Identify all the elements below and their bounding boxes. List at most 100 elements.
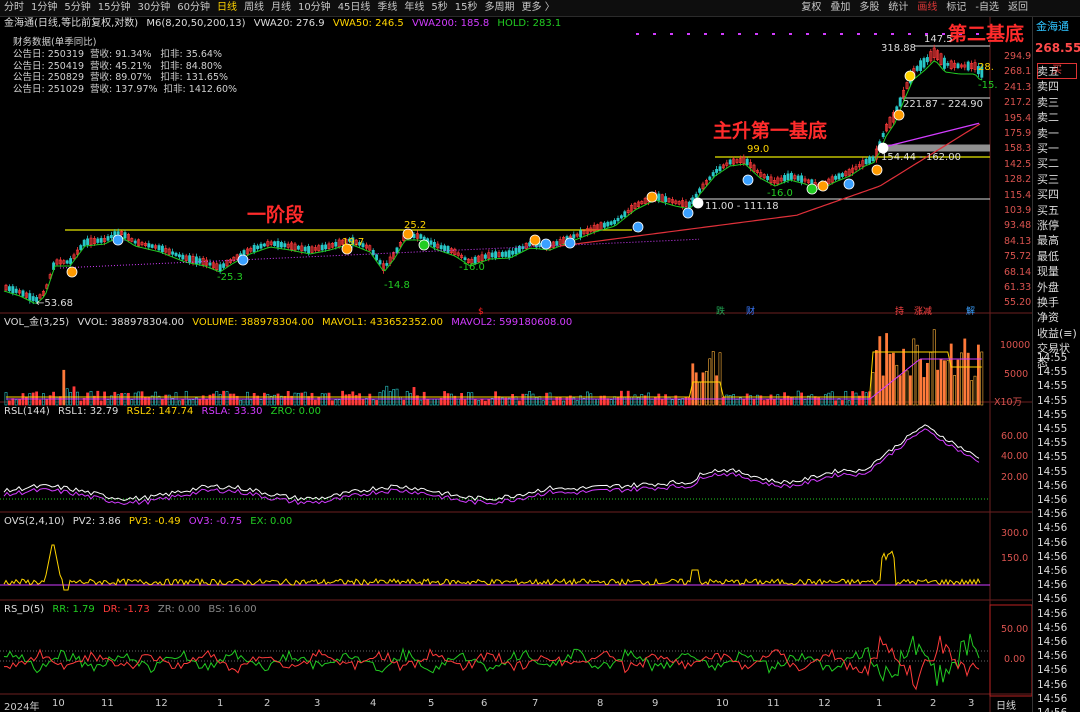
main-legend-vwa20: VWA20: 276.9 <box>253 18 325 29</box>
tool-2[interactable]: 多股 <box>859 0 879 16</box>
ovs-axis-label: 300.0 <box>1001 528 1029 539</box>
tool-3[interactable]: 统计 <box>888 0 908 16</box>
volume-bar <box>970 380 974 406</box>
candle <box>283 243 287 248</box>
tab-8[interactable]: 月线 <box>271 0 291 17</box>
tab-1[interactable]: 1分钟 <box>31 0 57 17</box>
price-axis-label: 195.4 <box>1004 112 1032 124</box>
tab-16[interactable]: 更多 〉 <box>522 0 555 17</box>
tick-time: 14:55 <box>1037 352 1068 364</box>
volume-bar <box>528 391 532 406</box>
volume-bar <box>45 399 49 406</box>
tab-15[interactable]: 多周期 <box>485 0 515 17</box>
price-label: 28. <box>978 62 994 73</box>
price-label: 318.88 <box>881 43 916 54</box>
signal-marker <box>893 109 905 121</box>
candle <box>99 238 103 243</box>
tool-1[interactable]: 叠加 <box>830 0 850 16</box>
tab-14[interactable]: 15秒 <box>455 0 478 17</box>
signal-marker <box>806 183 818 195</box>
volume-bar <box>483 400 487 406</box>
volume-bar <box>232 393 236 406</box>
candle <box>946 63 950 66</box>
dr-line <box>3 635 980 691</box>
volume-bar <box>473 398 477 406</box>
candle <box>96 238 100 243</box>
volume-bar <box>198 398 202 406</box>
quote-field: 卖三 <box>1037 95 1059 109</box>
tool-6[interactable]: -自选 <box>975 0 999 16</box>
volume-bar <box>929 352 933 406</box>
quote-field: 现量 <box>1037 265 1059 279</box>
tab-2[interactable]: 5分钟 <box>64 0 90 17</box>
period-label: 日线 <box>996 701 1016 712</box>
price-axis-label: 142.5 <box>1004 158 1032 170</box>
volume-bar <box>630 396 634 406</box>
signal-marker <box>632 221 644 233</box>
tab-5[interactable]: 60分钟 <box>177 0 210 17</box>
candle <box>160 245 164 253</box>
volume-bar <box>341 390 345 406</box>
signal-dash <box>687 33 690 35</box>
tab-6[interactable]: 日线 <box>217 0 237 17</box>
tool-0[interactable]: 复权 <box>801 0 821 16</box>
tab-4[interactable]: 30分钟 <box>137 0 170 17</box>
stock-name[interactable]: 金海通 <box>1036 18 1069 34</box>
price-axis-label: 93.48 <box>1004 220 1032 232</box>
volume-bar <box>463 399 467 406</box>
tab-13[interactable]: 5秒 <box>431 0 447 17</box>
candle <box>181 254 185 260</box>
quote-field: 买四 <box>1037 188 1059 202</box>
volume-bar <box>144 396 147 406</box>
candle <box>698 188 702 193</box>
tab-12[interactable]: 年线 <box>404 0 424 17</box>
volume-bar <box>633 394 637 406</box>
tool-4[interactable]: 画线 <box>917 0 937 16</box>
candle <box>262 243 266 247</box>
volume-bar <box>137 391 141 406</box>
candle <box>147 243 151 248</box>
tab-7[interactable]: 周线 <box>244 0 264 17</box>
price-label: 147.5 <box>924 34 953 45</box>
event-tag: 涨减 <box>914 305 932 317</box>
volume-bar <box>769 394 773 406</box>
volume-bar <box>721 396 725 406</box>
candle <box>378 260 382 265</box>
candle <box>616 217 620 222</box>
annotation-base2: 第二基底 <box>948 23 1025 45</box>
price-label: 11.00 - 111.18 <box>705 201 779 212</box>
tool-7[interactable]: 返回 <box>1008 0 1028 16</box>
tab-0[interactable]: 分时 <box>4 0 24 17</box>
main-legend-hold: HOLD: 283.1 <box>497 18 562 29</box>
finance-row: 公告日: 251029 营收: 137.97% 扣非: 1412.60% <box>13 84 238 96</box>
ovs-legend-name: OVS(2,4,10) <box>4 516 65 527</box>
volume-bar <box>361 398 365 406</box>
price-label: -25.3 <box>217 272 243 283</box>
volume-bar <box>905 370 909 406</box>
volume-bar <box>925 362 929 406</box>
main-legend-vwa200: VWA200: 185.8 <box>411 18 490 29</box>
volume-bar <box>796 390 800 406</box>
volume-bar <box>517 400 521 406</box>
tab-11[interactable]: 季线 <box>377 0 397 17</box>
price-axis-label: 268.1 <box>1004 66 1032 78</box>
toolbar: 分时 1分钟 5分钟 15分钟 30分钟 60分钟 日线 周线 月线 10分钟 45日线 季线 年线 5秒… <box>0 0 1080 17</box>
volume-bar <box>215 391 219 406</box>
candle <box>303 246 307 252</box>
volume-bar <box>946 360 950 406</box>
rsd-legend-dr: DR: -1.73 <box>102 604 150 615</box>
x-axis-label: 11 <box>767 698 780 709</box>
candle <box>834 175 838 180</box>
annotation-main-base1: 主升第一基底 <box>713 120 828 142</box>
x-axis-label: 1 <box>217 698 224 709</box>
tab-3[interactable]: 15分钟 <box>98 0 131 17</box>
volume-bar <box>953 375 957 406</box>
volume-legend: VOL_金(3,25) VVOL: 388978304.00 VOLUME: 3… <box>4 317 577 329</box>
tab-10[interactable]: 45日线 <box>338 0 371 17</box>
volume-bar <box>235 395 239 406</box>
tab-9[interactable]: 10分钟 <box>298 0 331 17</box>
signal-dash <box>908 33 911 35</box>
tool-5[interactable]: 标记 <box>946 0 966 16</box>
volume-bar <box>936 369 940 406</box>
x-axis-label: 2 <box>264 698 271 709</box>
